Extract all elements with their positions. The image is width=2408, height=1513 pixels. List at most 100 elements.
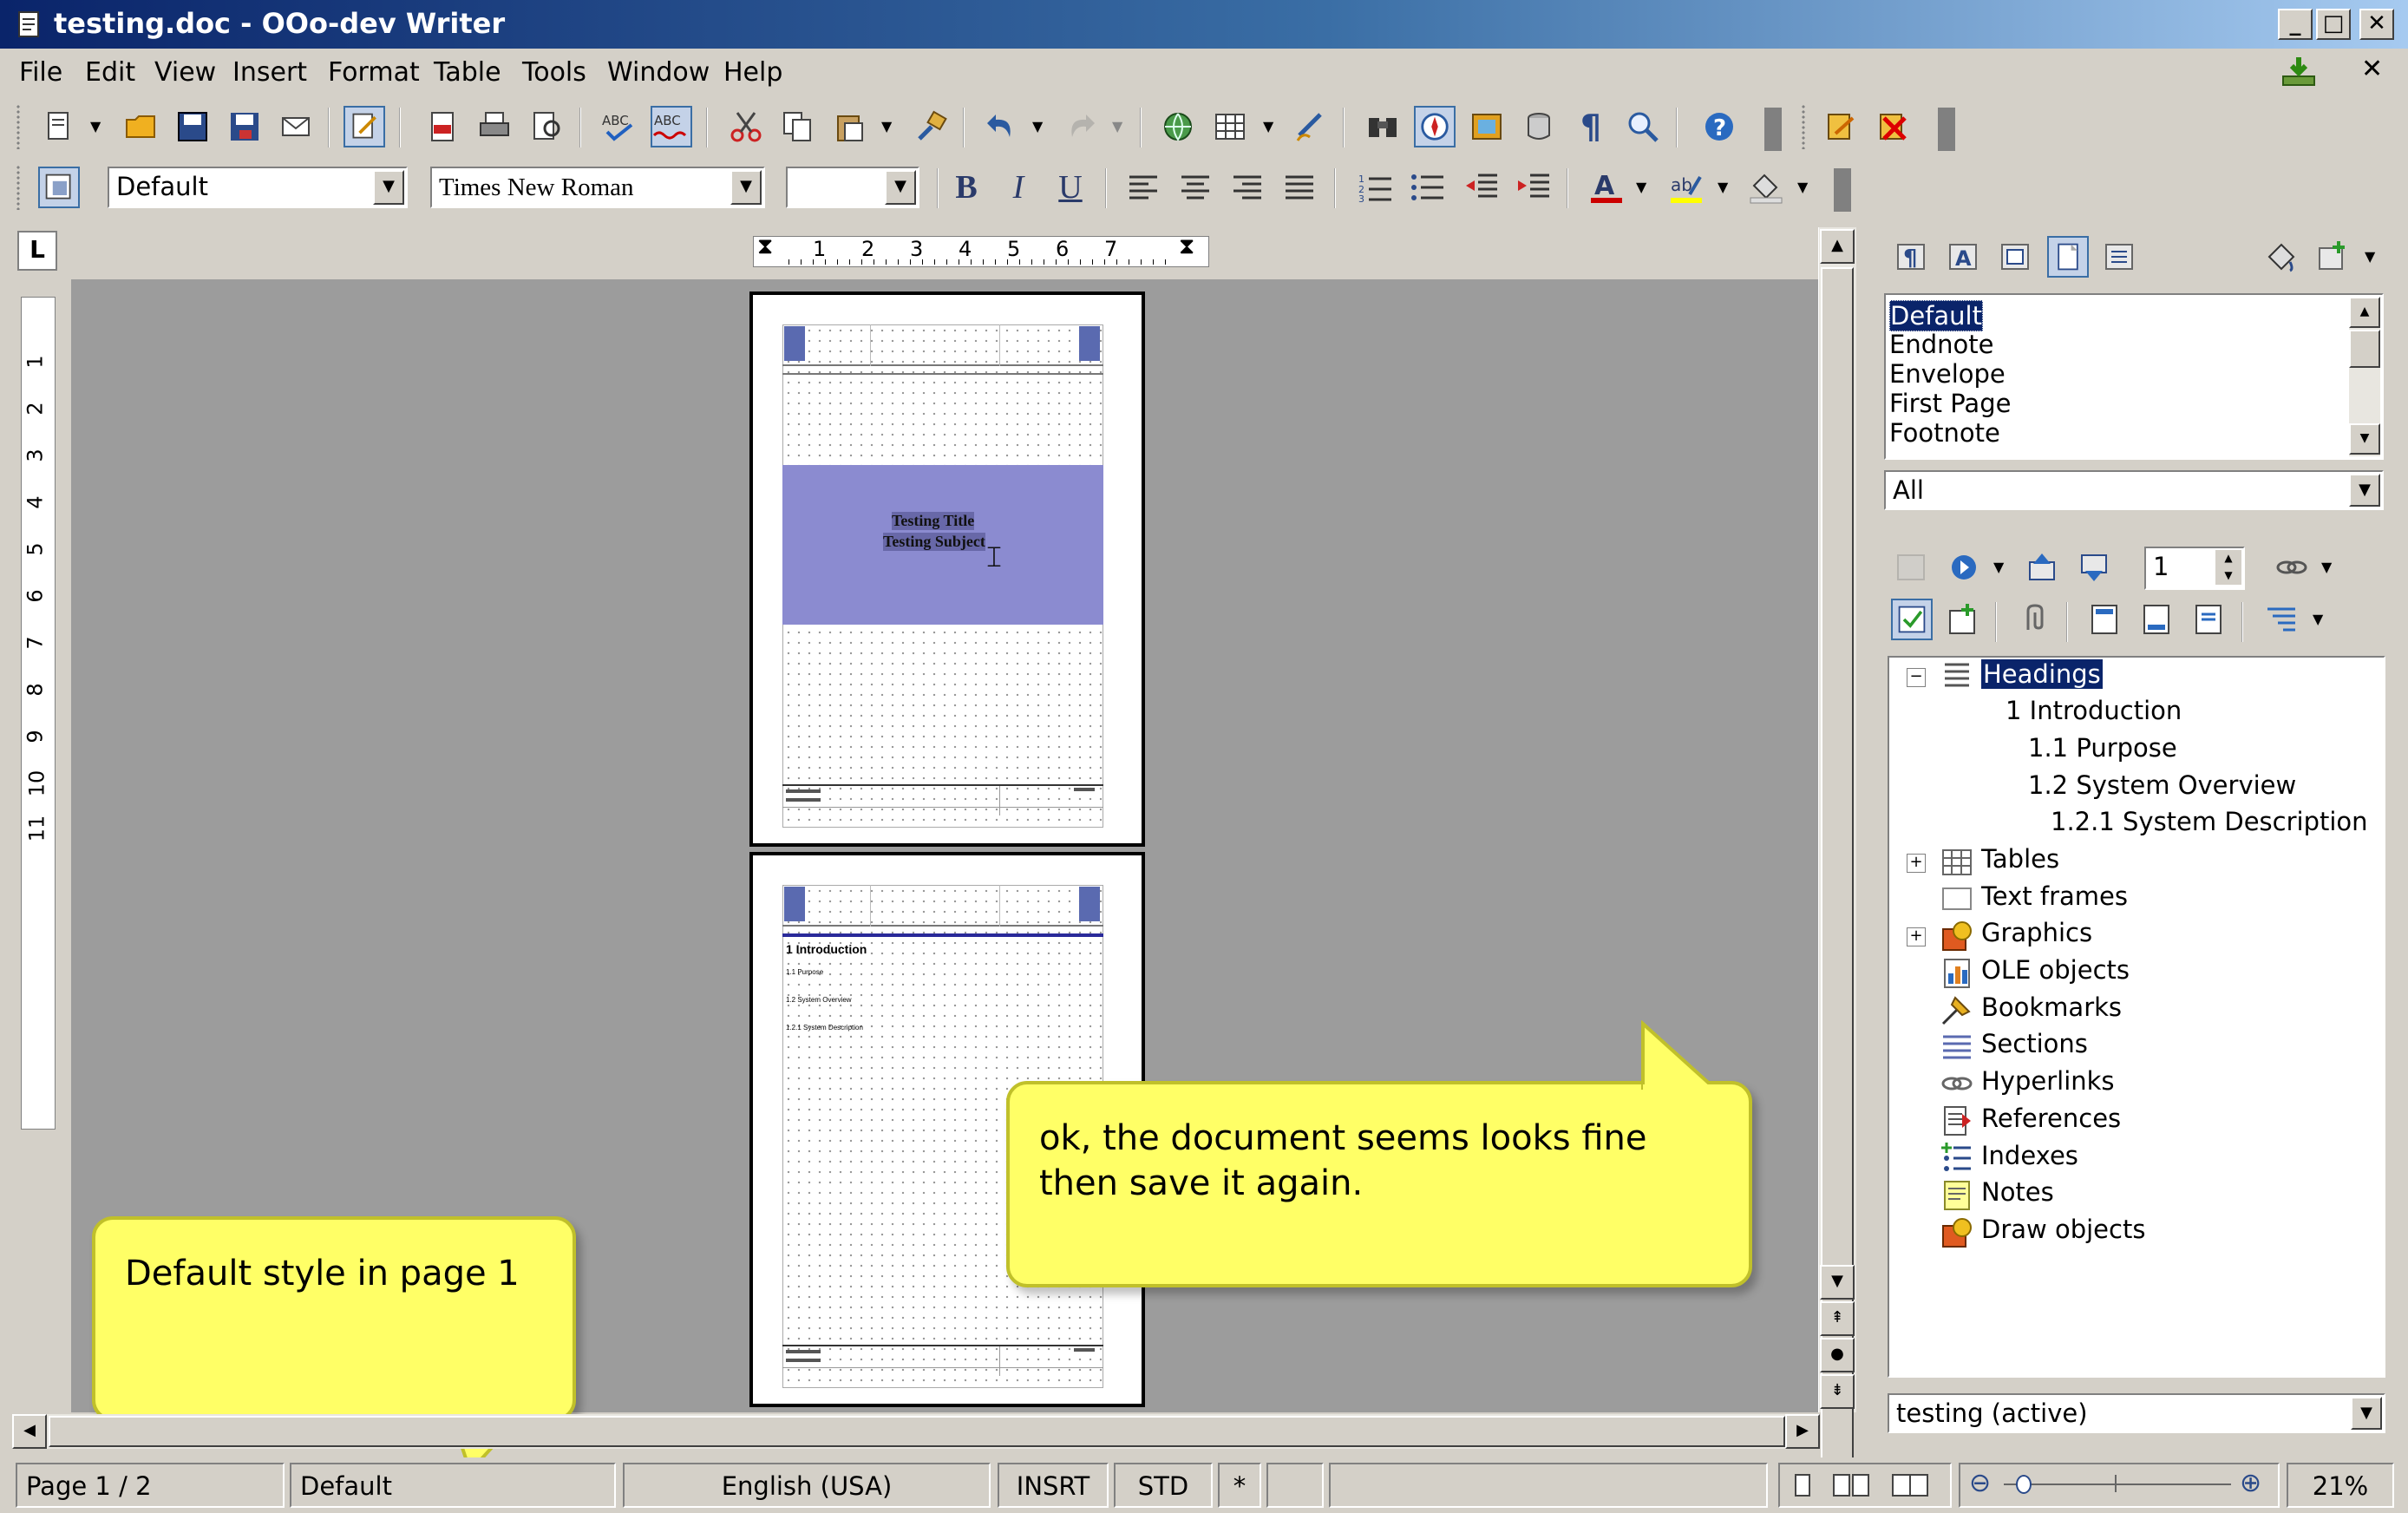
previous-page-button[interactable]: ⇞	[1820, 1301, 1855, 1336]
redo-icon[interactable]	[1060, 106, 1102, 147]
set-reminder-icon[interactable]	[2014, 599, 2056, 640]
scroll-right-button[interactable]: ▶	[1785, 1414, 1820, 1449]
tab-stop-selector[interactable]: L	[17, 231, 57, 271]
font-name-combo[interactable]: Times New Roman ▼	[430, 167, 765, 208]
tree-item-ole-objects[interactable]: OLE objects	[1981, 955, 2130, 985]
scroll-thumb[interactable]	[49, 1416, 1785, 1447]
spin-down-icon[interactable]: ▼	[2215, 567, 2241, 585]
status-language[interactable]: English (USA)	[623, 1463, 991, 1508]
menu-edit[interactable]: Edit	[85, 57, 135, 88]
footer-icon[interactable]	[2136, 599, 2177, 640]
align-center-icon[interactable]	[1175, 167, 1216, 208]
navigation-icon[interactable]	[1943, 547, 1985, 588]
next-object-icon[interactable]	[2073, 547, 2115, 588]
status-zoom[interactable]: 21%	[2287, 1463, 2394, 1508]
tree-item-tables[interactable]: Tables	[1981, 844, 2059, 874]
tree-item-text-frames[interactable]: Text frames	[1981, 881, 2128, 911]
update-download-icon[interactable]	[2280, 54, 2318, 88]
underline-button[interactable]: U	[1050, 167, 1091, 208]
styles-formatting-icon[interactable]	[38, 167, 80, 208]
numbering-icon[interactable]: 123	[1355, 167, 1397, 208]
status-signature[interactable]	[1266, 1463, 1324, 1508]
data-sources-icon[interactable]	[1518, 106, 1560, 147]
increase-indent-icon[interactable]	[1513, 167, 1554, 208]
tree-item-heading[interactable]: 1 Introduction	[2006, 696, 2182, 725]
menu-file[interactable]: File	[19, 57, 62, 88]
title-bar[interactable]: testing.doc - OOo-dev Writer _ □ ✕	[0, 0, 2408, 49]
undo-dropdown-icon[interactable]: ▼	[1032, 118, 1043, 134]
title-band[interactable]: Testing Title Testing Subject 𝙸	[782, 465, 1103, 625]
list-box-on-off-icon[interactable]	[1891, 599, 1933, 640]
style-filter-combo[interactable]: All ▼	[1884, 470, 2384, 510]
collapse-headings-icon[interactable]: −	[1907, 668, 1926, 687]
save-as-icon[interactable]	[224, 106, 265, 147]
drag-mode-dropdown-icon[interactable]: ▼	[2321, 559, 2332, 575]
show-draw-functions-icon[interactable]	[1291, 106, 1332, 147]
font-color-icon[interactable]: A	[1586, 167, 1627, 208]
send-email-icon[interactable]	[276, 106, 317, 147]
tree-item-heading[interactable]: 1.1 Purpose	[2028, 733, 2177, 763]
page-preview-icon[interactable]	[526, 106, 567, 147]
heading-levels-icon[interactable]	[2261, 599, 2302, 640]
highlighting-dropdown-icon[interactable]: ▼	[1718, 179, 1728, 195]
menu-window[interactable]: Window	[607, 57, 710, 88]
style-list[interactable]: Default Endnote Envelope First Page Foot…	[1884, 293, 2384, 460]
menu-table[interactable]: Table	[434, 57, 501, 88]
toolbar-overflow-handle[interactable]	[1764, 108, 1782, 151]
table-dropdown-icon[interactable]: ▼	[1263, 118, 1273, 134]
menu-view[interactable]: View	[154, 57, 216, 88]
page-styles-icon[interactable]	[2047, 236, 2089, 278]
paragraph-styles-icon[interactable]: ¶	[1891, 236, 1933, 278]
export-pdf-icon[interactable]	[422, 106, 463, 147]
paste-icon[interactable]	[829, 106, 871, 147]
redo-dropdown-icon[interactable]: ▼	[1112, 118, 1122, 134]
horizontal-scrollbar[interactable]: ◀ ▶	[12, 1414, 1820, 1449]
menu-tools[interactable]: Tools	[522, 57, 586, 88]
spin-up-icon[interactable]: ▲	[2215, 550, 2241, 567]
toolbar-overflow-handle[interactable]	[1938, 108, 1955, 151]
copy-icon[interactable]	[777, 106, 819, 147]
scroll-up-button[interactable]: ▲	[1820, 229, 1855, 264]
multi-page-view-icon[interactable]	[1832, 1473, 1872, 1499]
tree-item-references[interactable]: References	[1981, 1104, 2121, 1133]
save-icon[interactable]	[172, 106, 213, 147]
style-list-item[interactable]: Default	[1889, 300, 1983, 331]
zoom-slider-track[interactable]	[2004, 1484, 2231, 1485]
previous-object-icon[interactable]	[2021, 547, 2063, 588]
chevron-down-icon[interactable]: ▼	[373, 170, 404, 205]
status-page-style[interactable]: Default	[290, 1463, 616, 1508]
bullets-icon[interactable]	[1407, 167, 1449, 208]
fill-format-mode-icon[interactable]	[2261, 236, 2302, 278]
maximize-button[interactable]: □	[2316, 9, 2351, 40]
font-size-combo[interactable]: ▼	[786, 167, 919, 208]
scroll-down-button[interactable]: ▼	[1820, 1265, 1855, 1300]
tree-item-sections[interactable]: Sections	[1981, 1029, 2088, 1058]
tree-item-notes[interactable]: Notes	[1981, 1177, 2054, 1207]
highlighting-icon[interactable]: ab	[1665, 167, 1707, 208]
tree-item-headings[interactable]: Headings	[1981, 659, 2103, 689]
macro-run-icon[interactable]	[1820, 106, 1862, 147]
new-document-icon[interactable]	[38, 106, 80, 147]
toggle-navigator-icon[interactable]	[1891, 547, 1933, 588]
formatting-marks-icon[interactable]: ¶	[1570, 106, 1612, 147]
status-page[interactable]: Page 1 / 2	[16, 1463, 285, 1508]
tree-item-bookmarks[interactable]: Bookmarks	[1981, 992, 2122, 1022]
minimize-button[interactable]: _	[2278, 9, 2313, 40]
expand-graphics-icon[interactable]: +	[1907, 927, 1926, 946]
style-list-item[interactable]: Envelope	[1889, 359, 2006, 389]
style-list-item[interactable]: Endnote	[1889, 330, 1993, 359]
open-folder-icon[interactable]	[120, 106, 161, 147]
decrease-indent-icon[interactable]	[1461, 167, 1502, 208]
horizontal-ruler[interactable]: ⧗ ⧗ 1 2 3 4 5 6 7	[71, 229, 1818, 278]
style-list-scrollbar[interactable]: ▲ ▼	[2349, 297, 2380, 456]
find-replace-icon[interactable]	[1362, 106, 1404, 147]
tree-item-hyperlinks[interactable]: Hyperlinks	[1981, 1066, 2115, 1096]
print-icon[interactable]	[474, 106, 515, 147]
menu-help[interactable]: Help	[723, 57, 782, 88]
zoom-icon[interactable]	[1622, 106, 1664, 147]
anchor-text-icon[interactable]	[2188, 599, 2229, 640]
gallery-icon[interactable]	[1466, 106, 1508, 147]
content-view-icon[interactable]	[1943, 599, 1985, 640]
font-color-dropdown-icon[interactable]: ▼	[1636, 179, 1646, 195]
chevron-down-icon[interactable]: ▼	[730, 170, 762, 205]
